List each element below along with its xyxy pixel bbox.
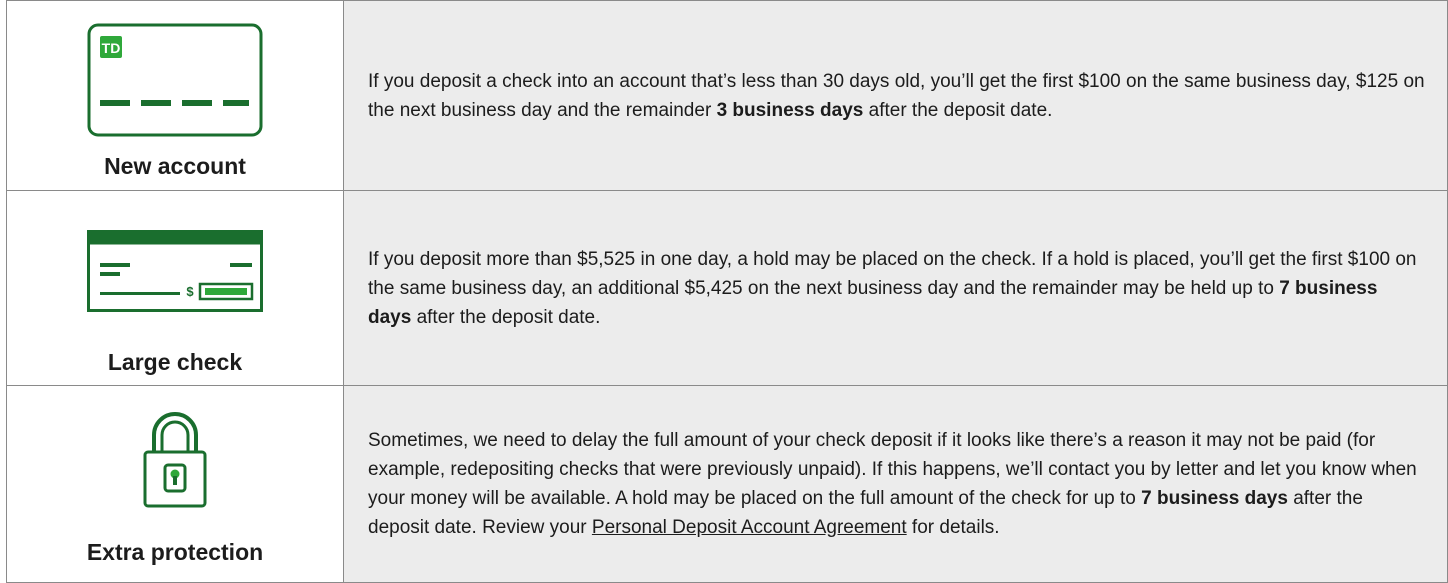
table-row-large-check: $ Large check If you deposit more than $…: [7, 191, 1447, 386]
description-cell: Sometimes, we need to delay the full amo…: [344, 386, 1447, 582]
description-text: If you deposit a check into an account t…: [368, 70, 1425, 121]
icon-cell: Extra protection: [7, 386, 344, 582]
row-label: Extra protection: [86, 539, 264, 565]
row-label: New account: [104, 153, 246, 179]
check-icon: $: [7, 230, 343, 312]
description-cell: If you deposit more than $5,525 in one d…: [344, 191, 1447, 385]
row-label: Large check: [107, 349, 243, 375]
table-row-extra-protection: Extra protection Sometimes, we need to d…: [7, 386, 1447, 582]
icon-cell: $ Large check: [7, 191, 344, 385]
description-text: Sometimes, we need to delay the full amo…: [368, 430, 1417, 538]
dollar-sign: $: [186, 284, 194, 299]
td-logo-text: TD: [102, 40, 121, 56]
description-text: If you deposit more than $5,525 in one d…: [368, 248, 1417, 328]
deposit-hold-table: TD New account If you deposit a check in…: [6, 0, 1448, 583]
icon-cell: TD New account: [7, 1, 344, 190]
padlock-icon: [7, 410, 343, 510]
deposit-agreement-link[interactable]: Personal Deposit Account Agreement: [592, 517, 907, 538]
emphasis-text: 3 business days: [716, 99, 864, 121]
description-cell: If you deposit a check into an account t…: [344, 1, 1447, 190]
emphasis-text: 7 business days: [1141, 488, 1288, 509]
table-row-new-account: TD New account If you deposit a check in…: [7, 1, 1447, 191]
new-account-card-icon: TD: [7, 23, 343, 137]
